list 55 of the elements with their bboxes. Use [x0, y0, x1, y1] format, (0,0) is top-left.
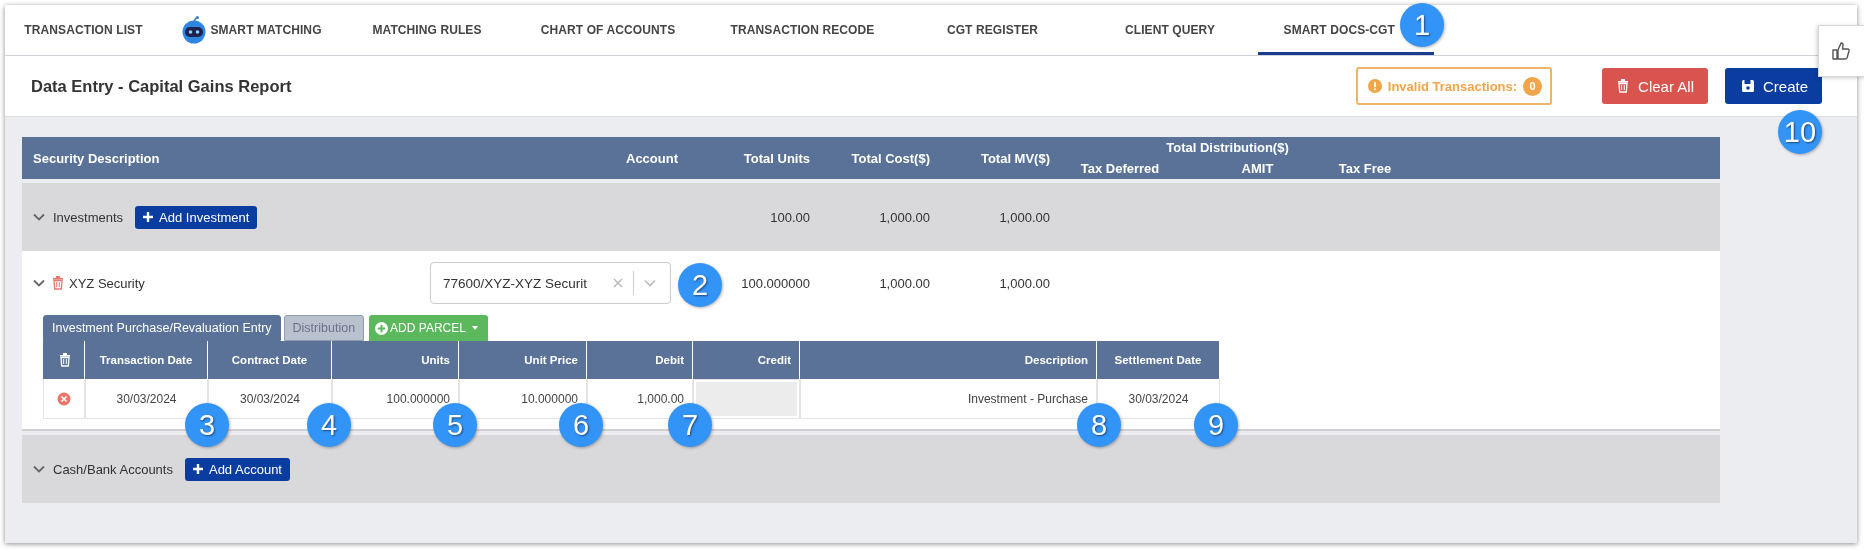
nav-tab[interactable]: CGT REGISTER [903, 5, 1082, 55]
column-header: Total Units [742, 149, 810, 168]
security-name: XYZ Security [69, 275, 145, 291]
total-value: 1,000.00 [999, 209, 1050, 225]
chevron-down-icon[interactable] [33, 465, 45, 473]
add-button[interactable]: Add Account [184, 457, 290, 481]
column-header: Total Cost($) [850, 149, 930, 168]
column-header: Description [800, 341, 1097, 379]
column-header: Debit [587, 341, 693, 379]
total-value: 1,000.00 [879, 209, 930, 225]
trash-icon [1616, 78, 1631, 94]
trash-icon[interactable] [57, 352, 70, 368]
column-header: Unit Price [459, 341, 587, 379]
nav-tab[interactable]: MATCHING RULES [340, 5, 514, 55]
invalid-count: 0 [1523, 76, 1543, 96]
plus-icon [192, 464, 203, 474]
column-header: Tax Free [1337, 160, 1393, 178]
chevron-down-icon[interactable] [33, 279, 45, 287]
nav-tab[interactable]: CLIENT QUERY [1082, 5, 1258, 55]
section-label: Investments [53, 209, 124, 225]
plus-circle-icon [375, 321, 389, 335]
add-button[interactable]: Add Investment [135, 205, 258, 229]
total-value: 1,000.00 [879, 275, 930, 291]
column-header: AMIT [1240, 160, 1275, 178]
column-header: Credit [693, 341, 800, 379]
clear-all-button[interactable]: Clear All [1602, 68, 1708, 104]
create-button[interactable]: Create [1724, 68, 1822, 104]
feedback-button[interactable] [1818, 25, 1864, 77]
entry-tab[interactable]: Investment Purchase/Revaluation Entry [43, 315, 281, 341]
column-header: Settlement Date [1097, 341, 1220, 379]
column-header: Total Distribution($) [1165, 139, 1290, 157]
save-icon [1740, 79, 1755, 93]
column-header: Security Description [32, 149, 161, 168]
thumbs-up-icon[interactable] [1831, 41, 1851, 61]
page-title: Data Entry - Capital Gains Report [31, 76, 293, 96]
nav-tab[interactable]: TRANSACTION LIST [5, 5, 162, 55]
remove-icon[interactable] [57, 391, 71, 406]
plus-icon [143, 212, 154, 222]
column-header: Total MV($) [979, 149, 1050, 168]
warning-icon [1367, 79, 1382, 93]
nav-tab[interactable]: SMART MATCHING [162, 5, 340, 55]
nav-tab[interactable]: CHART OF ACCOUNTS [514, 5, 702, 55]
section-label: Cash/Bank Accounts [53, 461, 173, 477]
total-value: 100.000000 [741, 275, 810, 291]
column-header: Transaction Date [85, 341, 208, 379]
total-value: 100.00 [770, 209, 810, 225]
column-header: Tax Deferred [1079, 160, 1161, 178]
column-header: Account [625, 149, 678, 168]
trash-icon[interactable] [51, 275, 63, 291]
column-header: Units [332, 341, 459, 379]
nav-tab[interactable]: TRANSACTION RECODE [702, 5, 903, 55]
chevron-down-icon[interactable] [33, 213, 45, 221]
total-value: 1,000.00 [999, 275, 1050, 291]
column-header: Contract Date [208, 341, 332, 379]
invalid-transactions-label: Invalid Transactions: [1387, 78, 1518, 94]
